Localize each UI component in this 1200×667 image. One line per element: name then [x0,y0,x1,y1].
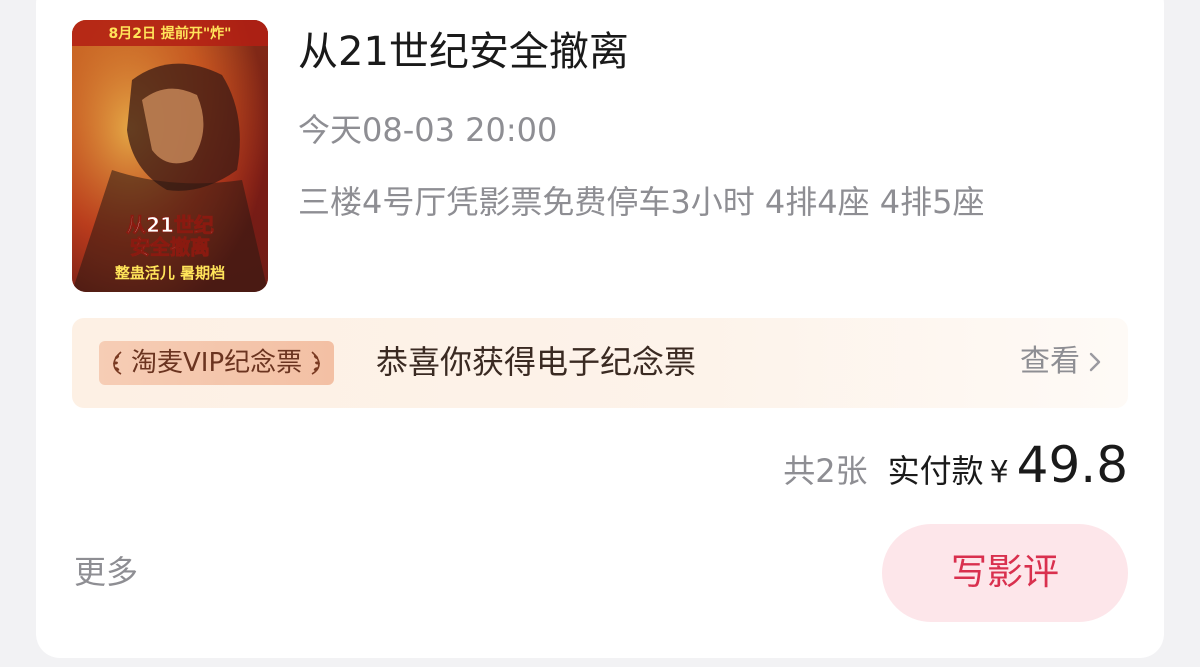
ticket-count: 共2张 [783,452,868,490]
poster-bottom-text: 整蛊活儿 暑期档 [115,264,225,282]
laurel-left-icon [113,351,122,375]
poster-art: 8月2日 提前开"炸" 从21世纪 安全撤离 整蛊活儿 暑期档 [72,20,268,292]
movie-poster[interactable]: 8月2日 提前开"炸" 从21世纪 安全撤离 整蛊活儿 暑期档 [72,20,268,292]
currency-symbol: ¥ [989,455,1009,490]
souvenir-message: 恭喜你获得电子纪念票 [376,343,697,381]
price-summary: 共2张 实付款 ¥ 49.8 [783,436,1128,494]
vip-souvenir-badge: 淘麦VIP纪念票 [99,341,335,385]
poster-logo-line2: 安全撤离 [130,235,210,259]
showtime: 今天08-03 20:00 [298,111,558,149]
poster-top-text: 8月2日 提前开"炸" [109,25,232,42]
poster-logo-line1: 从21世纪 [126,213,214,237]
vip-badge-label: 淘麦VIP纪念票 [131,348,303,378]
souvenir-ticket-banner[interactable]: 淘麦VIP纪念票 恭喜你获得电子纪念票 查看 [72,318,1128,408]
write-review-button[interactable]: 写影评 [882,524,1128,622]
movie-title[interactable]: 从21世纪安全撤离 [298,26,629,78]
paid-label: 实付款 [887,452,984,490]
more-button[interactable]: 更多 [74,552,138,592]
chevron-right-icon [1089,352,1101,372]
view-souvenir-link[interactable]: 查看 [1020,340,1102,384]
hall-and-seats: 三楼4号厅凭影票免费停车3小时 4排4座 4排5座 [298,183,985,221]
paid-amount: 49.8 [1016,436,1128,494]
laurel-right-icon [311,351,321,375]
view-label: 查看 [1020,344,1080,379]
